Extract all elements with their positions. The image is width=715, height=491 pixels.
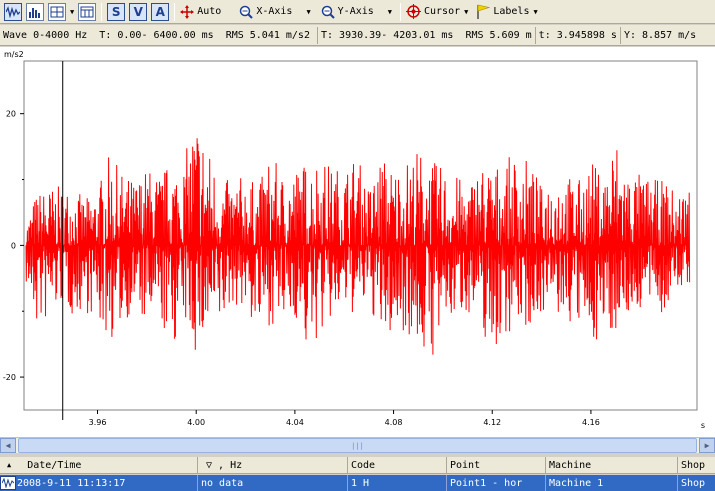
cell-point[interactable]: Point1 - hor <box>447 475 546 491</box>
s-units-button[interactable]: S <box>105 2 127 22</box>
wave-range-cell: Wave 0-4000 Hz T: 0.00- 6400.00 ms RMS 5… <box>0 27 313 44</box>
grid-chart-icon <box>48 2 66 21</box>
x-tick-label: 4.08 <box>385 418 403 427</box>
v-units-button[interactable]: V <box>127 2 149 22</box>
cell-shop[interactable]: Shop <box>678 475 715 491</box>
toolbar-separator <box>101 2 103 21</box>
auto-scale-button[interactable]: Auto <box>178 2 223 22</box>
column-header-hz[interactable]: ▽ , Hz <box>198 457 348 473</box>
rms-selection: RMS 5.609 m <box>465 29 532 41</box>
cell-machine[interactable]: Machine 1 <box>546 475 678 491</box>
rms-total: RMS 5.041 m/s2 <box>225 29 310 41</box>
table-icon <box>78 2 97 21</box>
status-bar: Wave 0-4000 Hz T: 0.00- 6400.00 ms RMS 5… <box>0 25 715 46</box>
wave-range: Wave 0-4000 Hz <box>3 29 88 41</box>
a-letter-icon: A <box>151 2 170 21</box>
zoom-x-icon <box>240 5 254 19</box>
waveform-chart[interactable]: m/s2 20 0 -20 3.96 4.00 4.04 4.08 4.12 4.16 s <box>0 47 715 437</box>
v-letter-icon: V <box>129 2 148 21</box>
column-header-datetime[interactable]: ▲ Date/Time <box>0 457 198 473</box>
cell-hz[interactable]: no data <box>198 475 348 491</box>
waveform-plot[interactable]: m/s2 20 0 -20 3.96 4.00 4.04 4.08 4.12 4.16 s <box>0 47 715 437</box>
sort-up-icon: ▲ <box>7 461 12 469</box>
toolbar: ▼ S V A Auto X-Axis ▼ Y-Axis ▼ Cursor ▼ … <box>0 0 715 24</box>
waveform-record-icon <box>0 476 16 490</box>
x-tick-label: 4.04 <box>286 418 304 427</box>
cursor-time: t: 3.945898 s <box>538 29 617 41</box>
cell-code[interactable]: 1 H <box>348 475 447 491</box>
horizontal-scrollbar[interactable]: ◀ ||| ▶ <box>0 437 715 453</box>
labels-button[interactable]: Labels ▼ <box>474 2 539 22</box>
waveform-view-button[interactable] <box>2 2 24 22</box>
time-range: T: 0.00- 6400.00 ms <box>99 29 214 41</box>
chevron-down-icon[interactable]: ▼ <box>388 8 392 16</box>
table-header: ▲ Date/Time ▽ , Hz Code Point Machine Sh… <box>0 457 715 474</box>
auto-label: Auto <box>197 6 222 17</box>
column-header-shop[interactable]: Shop <box>678 457 715 473</box>
scroll-right-arrow-icon[interactable]: ▶ <box>699 438 715 453</box>
x-tick-label: 3.96 <box>89 418 107 427</box>
y-tick-label: 20 <box>6 110 16 119</box>
x-tick-label: 4.16 <box>582 418 600 427</box>
auto-arrows-icon <box>180 4 195 19</box>
chevron-down-icon[interactable]: ▼ <box>70 8 74 16</box>
x-axis-unit-label: s <box>701 421 705 430</box>
scroll-left-arrow-icon[interactable]: ◀ <box>0 438 16 453</box>
cell-datetime[interactable]: 2008-9-11 11:13:17 <box>0 475 198 491</box>
y-axis-button[interactable]: Y-Axis ▼ <box>319 2 394 22</box>
chart-options-button[interactable]: ▼ <box>46 2 76 22</box>
y-axis-unit-label: m/s2 <box>4 50 24 59</box>
y-tick-label: 0 <box>11 241 16 250</box>
x-axis-label: X-Axis <box>256 6 293 17</box>
table-view-button[interactable] <box>76 2 98 22</box>
cursor-value: Y: 8.857 m/s <box>623 29 697 41</box>
y-axis-label: Y-Axis <box>337 6 374 17</box>
x-tick-label: 4.12 <box>483 418 501 427</box>
s-letter-icon: S <box>107 2 126 21</box>
toolbar-separator <box>400 2 401 21</box>
chevron-down-icon[interactable]: ▼ <box>306 8 310 16</box>
selection-range: T: 3930.39- 4203.01 ms <box>320 29 454 41</box>
labels-label: Labels <box>493 6 530 17</box>
cursor-time-cell: t: 3.945898 s <box>534 26 620 44</box>
y-tick-label: -20 <box>3 373 16 382</box>
flag-icon <box>477 4 491 19</box>
scroll-grip-icon: ||| <box>351 441 364 450</box>
zoom-y-icon <box>321 5 335 19</box>
x-tick-label: 4.00 <box>187 418 205 427</box>
bar-chart-icon <box>26 2 44 21</box>
spectrum-view-button[interactable] <box>24 2 46 22</box>
chevron-down-icon[interactable]: ▼ <box>533 8 537 16</box>
cursor-value-cell: Y: 8.857 m/s <box>619 26 699 44</box>
toolbar-separator <box>174 2 176 21</box>
x-axis-button[interactable]: X-Axis ▼ <box>237 2 312 22</box>
cursor-label: Cursor <box>424 6 461 17</box>
cursor-button[interactable]: Cursor ▼ <box>404 2 470 22</box>
chevron-down-icon[interactable]: ▼ <box>464 8 468 16</box>
column-header-machine[interactable]: Machine <box>546 457 678 473</box>
waveform-icon <box>4 2 22 21</box>
table-row[interactable]: 2008-9-11 11:13:17 no data 1 H Point1 - … <box>0 475 715 491</box>
scroll-thumb[interactable]: ||| <box>18 438 697 453</box>
column-header-point[interactable]: Point <box>447 457 546 473</box>
selection-cell: T: 3930.39- 4203.01 ms RMS 5.609 m <box>316 26 535 44</box>
column-header-code[interactable]: Code <box>348 457 447 473</box>
crosshair-icon <box>406 4 421 19</box>
a-units-button[interactable]: A <box>149 2 171 22</box>
